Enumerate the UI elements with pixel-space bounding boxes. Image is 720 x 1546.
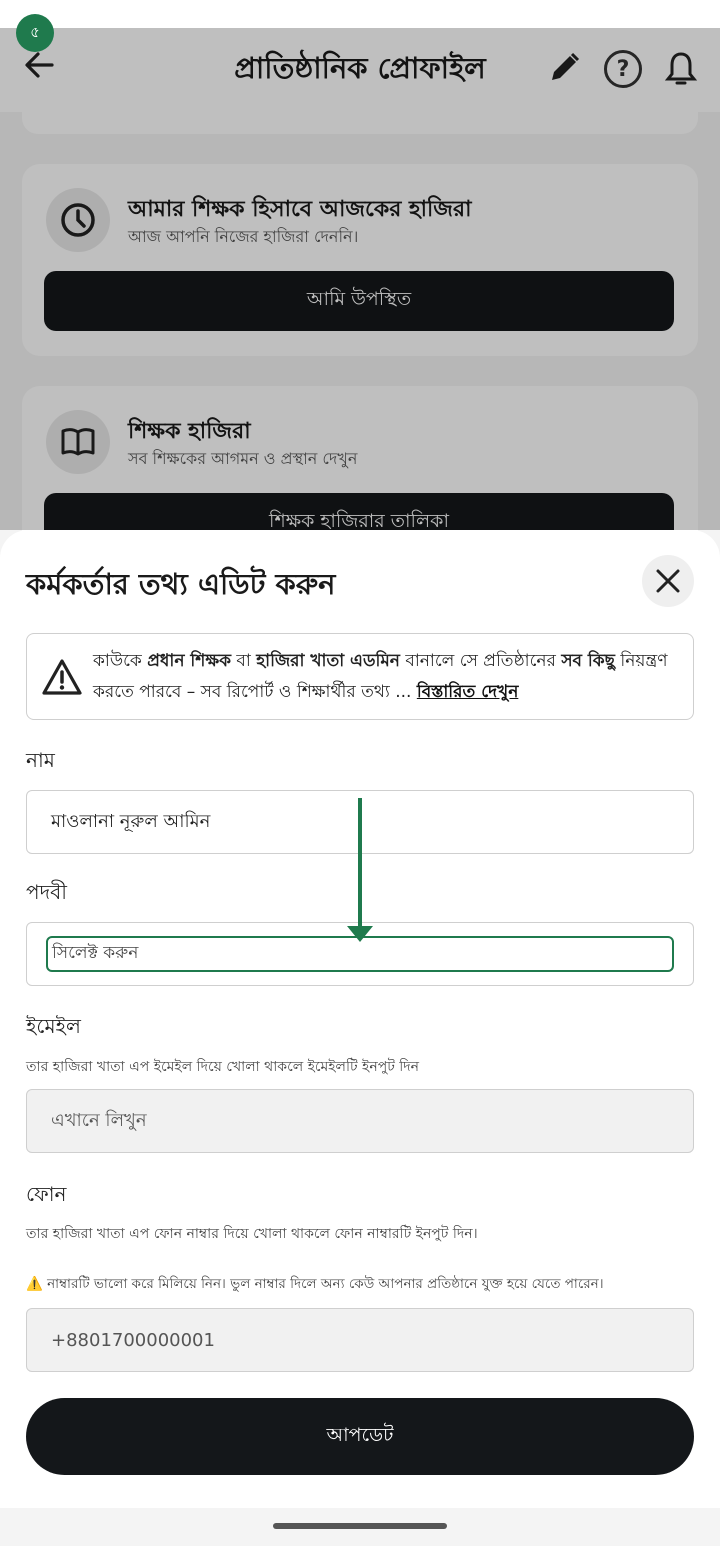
see-details-link[interactable]: বিস্তারিত দেখুন — [417, 682, 519, 702]
sheet-title: কর্মকর্তার তথ্য এডিট করুন — [26, 567, 336, 601]
admin-warning-box: কাউকে প্রধান শিক্ষক বা হাজিরা খাতা এডমিন… — [26, 633, 694, 720]
designation-label: পদবী — [26, 880, 67, 904]
annotation-arrow-line — [358, 798, 362, 928]
close-icon — [656, 569, 680, 593]
phone-label: ফোন — [26, 1182, 67, 1206]
phone-hint: তার হাজিরা খাতা এপ ফোন নাম্বার দিয়ে খোল… — [26, 1226, 478, 1242]
warning-triangle-icon — [42, 659, 82, 695]
email-hint: তার হাজিরা খাতা এপ ইমেইল দিয়ে খোলা থাকল… — [26, 1059, 419, 1075]
name-label: নাম — [26, 748, 55, 772]
notification-badge: ৫ — [16, 14, 54, 52]
phone-warning: ⚠️ নাম্বারটি ভালো করে মিলিয়ে নিন। ভুল ন… — [26, 1276, 604, 1292]
email-label: ইমেইল — [26, 1014, 81, 1038]
close-button[interactable] — [642, 555, 694, 607]
annotation-arrow-head-icon — [347, 926, 373, 942]
update-button[interactable]: আপডেট — [26, 1398, 694, 1475]
email-input[interactable]: এখানে লিখুন — [26, 1089, 694, 1153]
warning-text: কাউকে প্রধান শিক্ষক বা হাজিরা খাতা এডমিন… — [93, 651, 668, 702]
phone-input[interactable]: +8801700000001 — [26, 1308, 694, 1372]
home-indicator[interactable] — [273, 1523, 447, 1529]
modal-scrim[interactable] — [0, 28, 720, 530]
status-bar — [0, 0, 720, 28]
